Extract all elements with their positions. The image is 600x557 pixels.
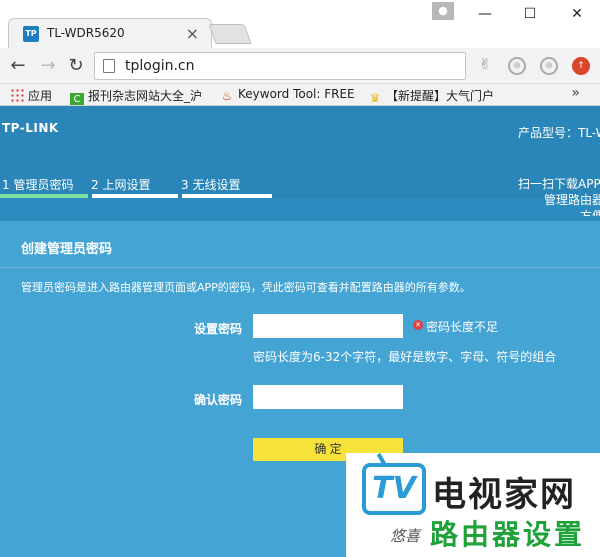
update-extension-icon[interactable]: ↑ (572, 57, 590, 75)
password-label: 设置密码 (194, 322, 243, 336)
watermark-caption: 路由器设置 (430, 518, 586, 551)
confirm-password-input[interactable] (253, 385, 403, 409)
bookmark-newspapers[interactable]: C 报刊杂志网站大全_沪 (70, 87, 208, 105)
extension-icon[interactable]: ⊕ (508, 57, 526, 75)
setup-steps: 1 管理员密码 2 上网设置 3 无线设置 (0, 176, 300, 198)
router-header: TP-LINK 产品型号：TL-W 1 管理员密码 2 上网设置 3 无线设置 … (0, 106, 600, 216)
green-c-icon: C (70, 93, 84, 105)
address-bar[interactable]: tplogin.cn (94, 52, 466, 80)
step-internet-setup[interactable]: 2 上网设置 (91, 176, 150, 193)
tp-link-logo: TP-LINK (2, 121, 59, 135)
bookmarks-more-icon[interactable]: » (571, 85, 580, 101)
maximize-icon[interactable]: ☐ (515, 4, 545, 24)
panel-title: 创建管理员密码 (21, 242, 113, 257)
bookmark-apps[interactable]: 应用 (10, 87, 52, 105)
browser-toolbar: ← → ↻ tplogin.cn ✌ ⊕ ⊕ ↑ (0, 48, 600, 84)
error-icon: ✕ (413, 320, 423, 330)
back-arrow-icon[interactable]: ← (6, 54, 30, 78)
bookmarks-bar: 应用 C 报刊杂志网站大全_沪 ♨ Keyword Tool: FREE ♛ 【新提醒… (0, 84, 600, 106)
apps-grid-icon (10, 88, 24, 102)
reload-icon[interactable]: ↻ (64, 54, 88, 78)
step-indicator-active (0, 194, 88, 198)
app-download-promo: 扫一扫下载APP 管理路由器 方便 (518, 176, 600, 216)
step-admin-password[interactable]: 1 管理员密码 (2, 176, 73, 193)
panel-divider (0, 267, 600, 268)
tab-title: TL-WDR5620 (47, 26, 125, 40)
watermark-signature: 悠喜 (390, 527, 421, 545)
step-wireless-setup[interactable]: 3 无线设置 (181, 176, 240, 193)
new-tab-button[interactable] (208, 24, 252, 44)
step-indicator (92, 194, 178, 198)
product-model: 产品型号：TL-W (518, 126, 600, 140)
trophy-icon: ♛ (369, 91, 381, 105)
tab-close-icon[interactable]: × (186, 24, 199, 43)
password-hint: 密码长度为6-32个字符，最好是数字、字母、符号的组合 (253, 350, 557, 364)
watermark: TV 电视家网 悠喜 路由器设置 (346, 453, 600, 557)
confirm-password-label: 确认密码 (194, 393, 243, 407)
window-close-icon[interactable]: ✕ (562, 4, 592, 24)
scan-text-1: 扫一扫下载APP (518, 177, 600, 191)
extension-icon-2[interactable]: ⊕ (540, 57, 558, 75)
minimize-icon[interactable]: — (470, 4, 500, 24)
tv-logo-icon: TV (362, 463, 426, 515)
tp-link-favicon-icon: TP (23, 26, 39, 42)
flame-icon: ♨ (221, 89, 233, 103)
scan-text-3: 方便 (580, 209, 600, 216)
browser-titlebar: TP TL-WDR5620 × ● — ☐ ✕ (0, 0, 600, 48)
password-input[interactable] (253, 314, 403, 338)
bookmark-portal[interactable]: ♛ 【新提醒】大气门户 (368, 87, 502, 105)
watermark-site-name: 电视家网 (432, 475, 576, 515)
bookmark-keyword-tool[interactable]: ♨ Keyword Tool: FREE (220, 87, 354, 105)
browser-tab[interactable]: TP TL-WDR5620 × (8, 18, 212, 48)
error-message: 密码长度不足 (426, 320, 499, 334)
scan-text-2: 管理路由器 (544, 193, 600, 207)
step-indicator (182, 194, 272, 198)
gesture-extension-icon[interactable]: ✌ (476, 57, 494, 75)
panel-description: 管理员密码是进入路由器管理页面或APP的密码，凭此密码可查看并配置路由器的所有参… (21, 281, 471, 294)
url-text: tplogin.cn (125, 58, 195, 74)
page-icon (103, 59, 115, 73)
user-profile-icon[interactable]: ● (432, 2, 454, 20)
forward-arrow-icon[interactable]: → (36, 54, 60, 78)
